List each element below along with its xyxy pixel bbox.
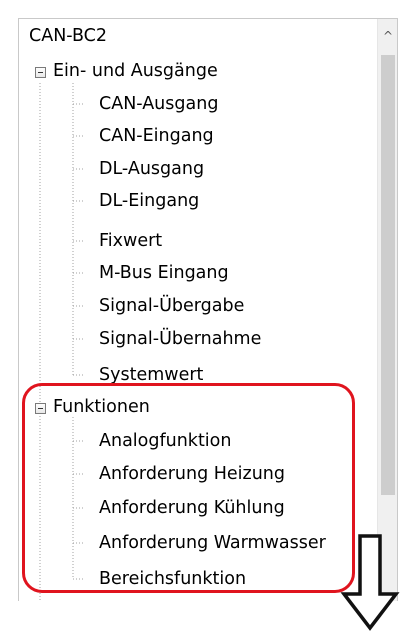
down-arrow-icon (340, 534, 400, 631)
tree-item-signal-uebergabe[interactable]: Signal-Übergabe (99, 295, 244, 317)
highlight-box (22, 383, 355, 593)
scroll-up-icon[interactable]: ^ (378, 19, 397, 53)
tree-group-ein-und-ausgaenge[interactable]: Ein- und Ausgänge (53, 60, 218, 82)
vertical-scrollbar[interactable]: ^ (377, 19, 397, 601)
tree-item-fixwert[interactable]: Fixwert (99, 230, 162, 252)
scroll-thumb[interactable] (381, 55, 395, 495)
tree-item-m-bus-eingang[interactable]: M-Bus Eingang (99, 262, 229, 284)
collapse-icon[interactable] (35, 67, 46, 78)
tree-item-dl-eingang[interactable]: DL-Eingang (99, 190, 199, 212)
tree-item-signal-uebernahme[interactable]: Signal-Übernahme (99, 328, 261, 350)
tree-root-label[interactable]: CAN-BC2 (29, 25, 107, 47)
tree-item-dl-ausgang[interactable]: DL-Ausgang (99, 158, 204, 180)
tree-item-can-eingang[interactable]: CAN-Eingang (99, 125, 214, 147)
tree-item-can-ausgang[interactable]: CAN-Ausgang (99, 93, 218, 115)
